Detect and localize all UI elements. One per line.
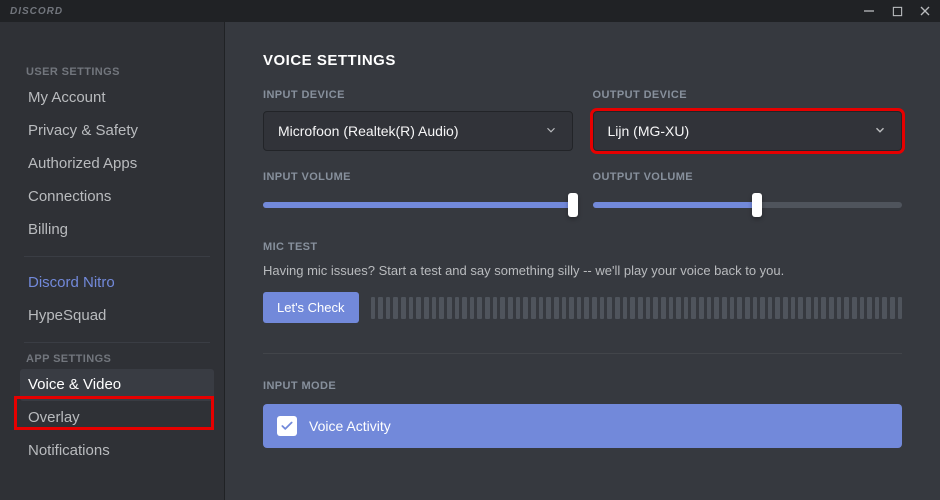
app-brand: DISCORD [10,6,63,17]
lets-check-button[interactable]: Let's Check [263,292,359,323]
sidebar-item-notifications[interactable]: Notifications [20,435,214,467]
input-device-label: INPUT DEVICE [263,89,573,101]
input-volume-slider[interactable] [263,193,573,217]
input-volume-label: INPUT VOLUME [263,171,573,183]
mic-test-description: Having mic issues? Start a test and say … [263,263,902,278]
input-device-value: Microfoon (Realtek(R) Audio) [278,123,459,139]
sidebar-item-privacy[interactable]: Privacy & Safety [20,115,214,147]
maximize-button[interactable] [890,4,904,18]
output-device-select[interactable]: Lijn (MG-XU) [593,111,903,151]
page-title: VOICE SETTINGS [263,52,902,69]
mic-test-label: MIC TEST [263,241,902,253]
sidebar-divider [24,256,210,257]
sidebar-item-billing[interactable]: Billing [20,214,214,246]
sidebar-item-overlay[interactable]: Overlay [20,402,214,434]
output-volume-label: OUTPUT VOLUME [593,171,903,183]
sidebar-section-user: USER SETTINGS [26,66,214,78]
settings-content: VOICE SETTINGS INPUT DEVICE Microfoon (R… [225,22,940,500]
minimize-button[interactable] [862,4,876,18]
sidebar-section-app: APP SETTINGS [26,353,214,365]
close-button[interactable] [918,4,932,18]
mic-level-meter [371,297,902,319]
input-mode-value: Voice Activity [309,418,391,434]
chevron-down-icon [544,123,558,140]
sidebar-item-voice-video[interactable]: Voice & Video [20,369,214,401]
sidebar-divider [24,342,210,343]
output-device-label: OUTPUT DEVICE [593,89,903,101]
checkbox-checked-icon [277,416,297,436]
sidebar-item-authorized-apps[interactable]: Authorized Apps [20,148,214,180]
settings-sidebar: USER SETTINGS My Account Privacy & Safet… [0,22,225,500]
input-device-select[interactable]: Microfoon (Realtek(R) Audio) [263,111,573,151]
input-mode-voice-activity[interactable]: Voice Activity [263,404,902,448]
sidebar-item-connections[interactable]: Connections [20,181,214,213]
chevron-down-icon [873,123,887,140]
input-mode-label: INPUT MODE [263,380,902,392]
sidebar-item-my-account[interactable]: My Account [20,82,214,114]
sidebar-item-nitro[interactable]: Discord Nitro [20,267,214,299]
output-volume-slider[interactable] [593,193,903,217]
sidebar-item-hypesquad[interactable]: HypeSquad [20,300,214,332]
content-divider [263,353,902,354]
output-device-value: Lijn (MG-XU) [608,123,690,139]
